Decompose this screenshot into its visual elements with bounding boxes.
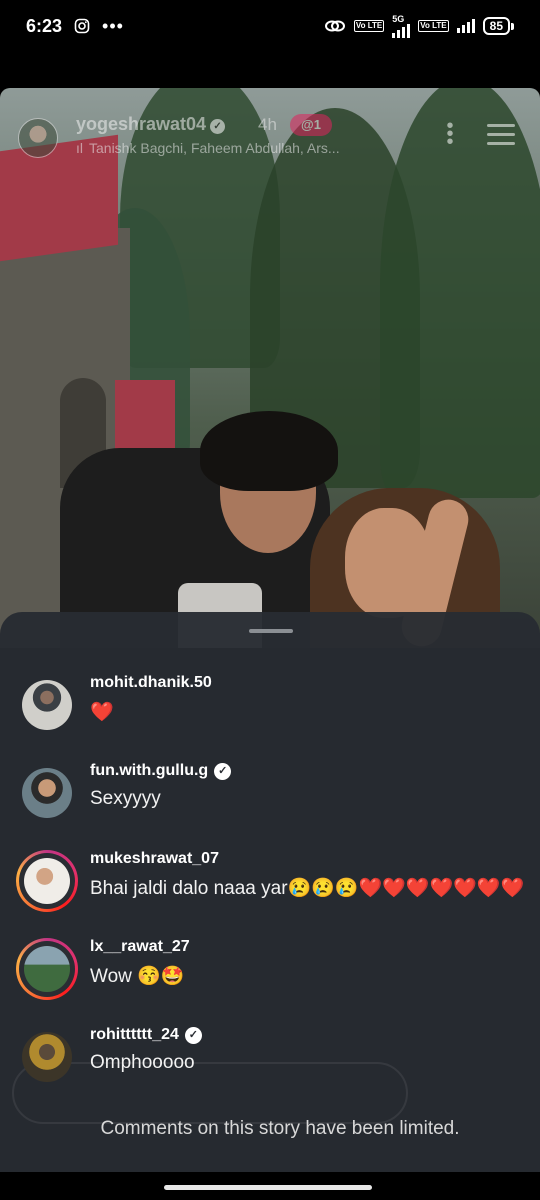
- comment-row: rohitttttt_24 ✓ Omphooooo: [0, 1026, 540, 1112]
- verified-icon: ✓: [210, 119, 226, 134]
- home-indicator[interactable]: [164, 1185, 372, 1190]
- comment-row: fun.with.gullu.g ✓ Sexyyyy: [0, 762, 540, 848]
- story-username[interactable]: yogeshrawat04 ✓: [76, 114, 226, 135]
- avatar[interactable]: [22, 768, 72, 818]
- avatar[interactable]: [24, 858, 70, 904]
- comment-text: Wow 😚🤩: [90, 966, 185, 987]
- status-time: 6:23: [26, 15, 63, 36]
- comment-username[interactable]: mukeshrawat_07: [90, 850, 219, 868]
- comment-username[interactable]: mohit.dhanik.50: [90, 674, 212, 692]
- instagram-icon: [74, 18, 90, 34]
- avatar[interactable]: [22, 680, 72, 730]
- verified-icon: ✓: [214, 763, 232, 780]
- signal-icon: [392, 23, 411, 38]
- volte-badge-2: Vo LTE: [418, 20, 449, 32]
- verified-icon: ✓: [184, 1027, 202, 1044]
- comments-sheet: mohit.dhanik.50 ❤️ fun.with.gullu.g ✓ Sex…: [0, 612, 540, 1172]
- story-image[interactable]: yogeshrawat04 ✓ 4h @1 ıl Tanishk Bagchi, F…: [0, 88, 540, 648]
- comment-username[interactable]: rohitttttt_24 ✓: [90, 1026, 202, 1044]
- comment-text: Sexyyyy: [90, 788, 161, 809]
- comments-limited-notice: Comments on this story have been limited…: [100, 1118, 460, 1139]
- link-icon: [324, 20, 345, 32]
- more-dots-icon: •••: [102, 15, 124, 36]
- story-music[interactable]: ıl Tanishk Bagchi, Faheem Abdullah, Ars..…: [76, 140, 340, 156]
- comment-row: mukeshrawat_07 Bhai jaldi dalo naaa yar😢…: [0, 850, 540, 936]
- music-icon: ıl: [76, 140, 83, 156]
- list-icon[interactable]: [487, 124, 515, 151]
- close-friends-badge: @1: [290, 114, 332, 136]
- comment-text: Omphooooo: [90, 1052, 195, 1073]
- story-time: 4h: [258, 115, 277, 134]
- story-header: yogeshrawat04 ✓ 4h @1 ıl Tanishk Bagchi, F…: [0, 88, 540, 168]
- more-options-icon[interactable]: • • •: [440, 116, 460, 152]
- status-bar: 6:23 ••• Vo LTE 5G Vo LTE 85: [0, 0, 540, 52]
- avatar[interactable]: [24, 946, 70, 992]
- comment-username[interactable]: lx__rawat_27: [90, 938, 190, 956]
- net-5g-label: 5G: [392, 14, 411, 38]
- signal-icon-2: [456, 19, 475, 33]
- comment-username[interactable]: fun.with.gullu.g ✓: [90, 762, 232, 780]
- comment-text: ❤️: [90, 702, 114, 723]
- comment-row: lx__rawat_27 Wow 😚🤩: [0, 938, 540, 1024]
- comment-text: Bhai jaldi dalo naaa yar😢😢😢❤️❤️❤️❤️❤️❤️❤…: [90, 878, 525, 899]
- story-avatar[interactable]: [18, 118, 58, 158]
- avatar[interactable]: [22, 1032, 72, 1082]
- comment-row: mohit.dhanik.50 ❤️: [0, 674, 540, 760]
- battery-icon: 85: [482, 17, 514, 35]
- battery-level: 85: [482, 17, 510, 35]
- volte-badge-1: Vo LTE: [353, 20, 385, 32]
